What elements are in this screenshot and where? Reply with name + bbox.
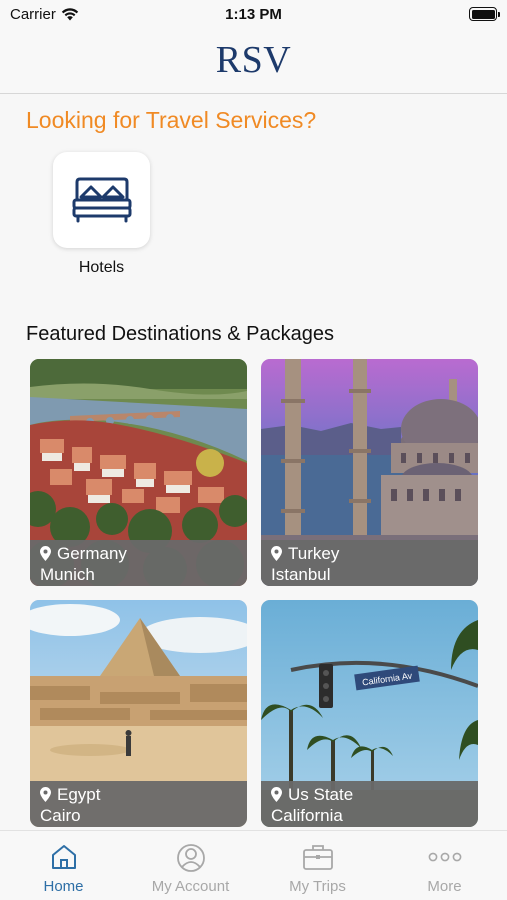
card-country-label: Turkey — [288, 544, 340, 563]
more-dots-icon — [428, 852, 461, 862]
location-pin-icon — [271, 787, 282, 802]
tab-more[interactable]: More — [381, 831, 507, 900]
hotels-label: Hotels — [78, 259, 125, 276]
tab-my-trips[interactable]: My Trips — [254, 831, 381, 900]
home-content[interactable]: Looking for Travel Services? Hotels Feat… — [0, 95, 507, 830]
tab-home-label: Home — [43, 878, 84, 895]
destination-card-istanbul[interactable]: Turkey Istanbul — [261, 359, 478, 586]
tab-more-label: More — [427, 878, 462, 895]
services-title: Looking for Travel Services? — [26, 107, 317, 133]
status-time: 1:13 PM — [225, 6, 282, 23]
featured-title: Featured Destinations & Packages — [26, 323, 334, 345]
user-circle-icon — [176, 844, 205, 872]
card-caption: Turkey Istanbul — [261, 540, 478, 586]
card-caption: Germany Munich — [30, 540, 247, 586]
home-icon — [51, 845, 76, 869]
location-pin-icon — [40, 787, 51, 802]
card-country-label: Us State — [288, 785, 354, 804]
location-pin-icon — [40, 546, 51, 561]
card-city-label: Istanbul — [271, 565, 331, 584]
card-country-label: Egypt — [57, 785, 101, 804]
card-city-label: California — [271, 806, 343, 825]
tab-home[interactable]: Home — [0, 831, 127, 900]
tab-my-account-label: My Account — [151, 878, 230, 895]
status-bar: Carrier 1:13 PM — [0, 0, 507, 30]
tab-bar: Home My Account My Trips More — [0, 830, 507, 900]
card-caption: Us State California — [261, 781, 478, 827]
briefcase-icon — [302, 845, 333, 870]
nav-header: RSV — [0, 30, 507, 94]
app-logo: RSV — [215, 39, 292, 81]
location-pin-icon — [271, 546, 282, 561]
bed-icon — [72, 177, 131, 223]
destination-card-munich[interactable]: Germany Munich — [30, 359, 247, 586]
card-city-label: Munich — [40, 565, 95, 584]
tab-my-account[interactable]: My Account — [127, 831, 254, 900]
card-caption: Egypt Cairo — [30, 781, 247, 827]
card-country-label: Germany — [57, 544, 127, 563]
destination-card-california[interactable]: California Av Us State California — [261, 600, 478, 827]
card-city-label: Cairo — [40, 806, 81, 825]
hotels-service-tile[interactable] — [53, 152, 150, 248]
tab-my-trips-label: My Trips — [289, 878, 346, 895]
battery-icon — [469, 7, 500, 21]
destination-card-cairo[interactable]: Egypt Cairo — [30, 600, 247, 827]
